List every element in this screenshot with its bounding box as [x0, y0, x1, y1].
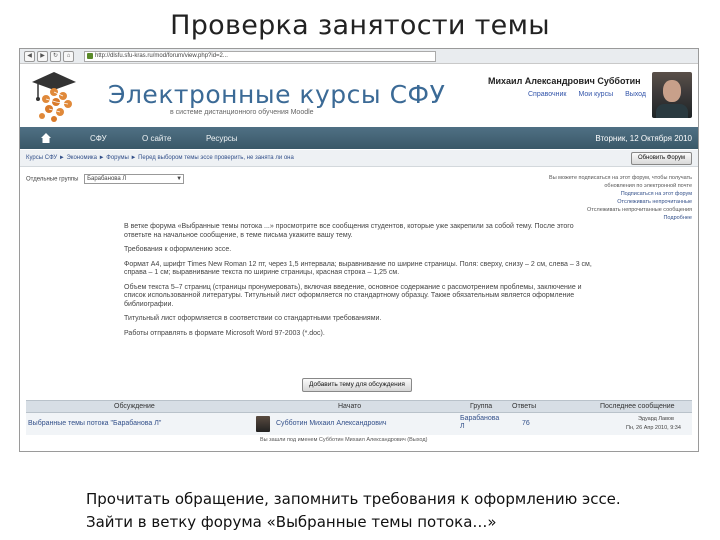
subscription-info-3: Отслеживать непрочитанные сообщения — [587, 207, 692, 213]
avatar[interactable] — [652, 72, 692, 118]
nav-item-sfu[interactable]: СФУ — [90, 134, 107, 143]
login-info: Вы зашли под именем Субботин Михаил Алек… — [260, 437, 428, 443]
slide-caption: Прочитать обращение, запомнить требовани… — [86, 488, 621, 534]
last-post-user[interactable]: Эдуард Лавов — [638, 416, 674, 422]
last-post-date[interactable]: Пн, 26 Апр 2010, 9:34 — [626, 425, 681, 431]
current-date: Вторник, 12 Октября 2010 — [595, 134, 692, 143]
groups-select[interactable]: Барабанова Л ▼ — [84, 174, 185, 184]
user-link-directory[interactable]: Справочник — [528, 91, 567, 98]
table-row[interactable]: Выбранные темы потока "Барабанова Л" Суб… — [26, 413, 692, 435]
caption-line: Зайти в ветку форума «Выбранные темы пот… — [86, 513, 497, 531]
user-link-logout[interactable]: Выход — [625, 91, 646, 98]
nav-item-resources[interactable]: Ресурсы — [206, 134, 238, 143]
site-title: Электронные курсы СФУ — [108, 80, 446, 109]
groups-selected-value: Барабанова Л — [87, 176, 127, 182]
discussion-title-link[interactable]: Выбранные темы потока "Барабанова Л" — [28, 420, 161, 427]
browser-toolbar: ◀ ▶ ↻ ⌂ http://dlsfu.sfu-kras.ru/mod/for… — [20, 49, 698, 64]
favicon-icon — [87, 53, 93, 59]
caption-line: Прочитать обращение, запомнить требовани… — [86, 490, 621, 508]
moodle-logo-icon[interactable] — [28, 68, 90, 124]
intro-paragraph: Формат А4, шрифт Times New Roman 12 пт, … — [124, 260, 592, 277]
site-header: Электронные курсы СФУ в системе дистанци… — [20, 64, 698, 126]
column-header[interactable]: Группа — [470, 403, 492, 410]
column-header[interactable]: Обсуждение — [114, 403, 155, 410]
group-link[interactable]: Барабанова Л — [460, 415, 499, 431]
forum-intro: В ветке форума «Выбранные темы потока ..… — [124, 223, 594, 344]
update-forum-button[interactable]: Обновить Форум — [630, 152, 692, 165]
breadcrumb-bar: Курсы СФУ ► Экономика ► Форумы ► Перед в… — [20, 150, 698, 167]
reload-icon[interactable]: ↻ — [50, 51, 61, 62]
forward-icon[interactable]: ▶ — [37, 51, 48, 62]
groups-label: Отдельные группы — [26, 176, 79, 183]
address-bar[interactable]: http://dlsfu.sfu-kras.ru/mod/forum/view.… — [84, 51, 436, 62]
column-header[interactable]: Последнее сообщение — [600, 403, 675, 410]
column-header[interactable]: Начато — [338, 403, 361, 410]
started-by-link[interactable]: Субботин Михаил Александрович — [276, 420, 387, 427]
site-subtitle: в системе дистанционного обучения Moodle — [170, 109, 314, 116]
intro-paragraph: Работы отправлять в формате Microsoft Wo… — [124, 329, 325, 337]
replies-count[interactable]: 76 — [522, 420, 530, 427]
subscription-info-2: обновления по электронной почте — [604, 183, 692, 189]
groups-selector: Отдельные группы Барабанова Л ▼ — [26, 174, 185, 184]
track-unread-link[interactable]: Отслеживать непрочитанные — [442, 198, 692, 206]
discussion-table: Обсуждение Начато Группа Ответы Последне… — [26, 400, 692, 435]
add-discussion-button[interactable]: Добавить тему для обсуждения — [302, 378, 412, 392]
intro-paragraph: Объем текста 5–7 страниц (страницы прону… — [124, 283, 582, 308]
chevron-down-icon: ▼ — [176, 176, 183, 182]
intro-paragraph: Требования к оформлению эссе. — [124, 246, 232, 253]
intro-paragraph: Титульный лист оформляется в соответстви… — [124, 315, 382, 322]
avatar — [256, 416, 270, 432]
user-name[interactable]: Михаил Александрович Субботин — [488, 76, 641, 86]
subscription-panel: Вы можете подписаться на этот форум, что… — [442, 174, 692, 222]
user-links: Справочник Мои курсы Выход — [528, 91, 656, 98]
address-text: http://dlsfu.sfu-kras.ru/mod/forum/view.… — [95, 53, 228, 59]
breadcrumb[interactable]: Курсы СФУ ► Экономика ► Форумы ► Перед в… — [26, 155, 294, 161]
back-icon[interactable]: ◀ — [24, 51, 35, 62]
subscribe-link[interactable]: Подписаться на этот форум — [442, 190, 692, 198]
nav-item-about[interactable]: О сайте — [142, 134, 171, 143]
home-icon[interactable] — [40, 132, 52, 144]
intro-paragraph: В ветке форума «Выбранные темы потока ..… — [124, 223, 574, 239]
home-browser-icon[interactable]: ⌂ — [63, 51, 74, 62]
user-link-my-courses[interactable]: Мои курсы — [578, 91, 613, 98]
table-header: Обсуждение Начато Группа Ответы Последне… — [26, 400, 692, 413]
main-navbar: СФУ О сайте Ресурсы Вторник, 12 Октября … — [20, 127, 698, 149]
subscription-info-1: Вы можете подписаться на этот форум, что… — [549, 175, 692, 181]
slide-title: Проверка занятости темы — [170, 10, 550, 41]
more-link[interactable]: Подробнее — [442, 214, 692, 222]
browser-screenshot: ◀ ▶ ↻ ⌂ http://dlsfu.sfu-kras.ru/mod/for… — [19, 48, 699, 452]
column-header[interactable]: Ответы — [512, 403, 536, 410]
